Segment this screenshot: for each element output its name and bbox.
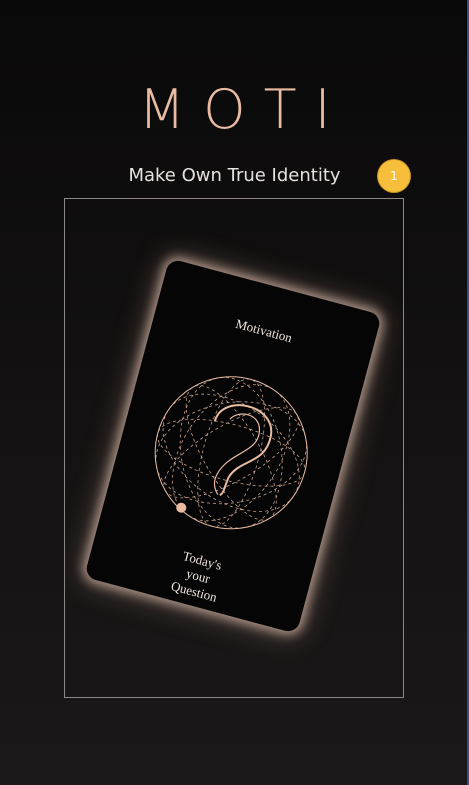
notification-badge[interactable]: 1 xyxy=(378,160,410,192)
question-card[interactable]: Motivation Today's your Question xyxy=(84,258,382,634)
app-logo: MOTI xyxy=(138,78,349,141)
card-title: Motivation xyxy=(234,315,294,346)
question-mark-sphere-icon xyxy=(154,376,308,530)
card-frame: Motivation Today's your Question xyxy=(64,198,404,698)
